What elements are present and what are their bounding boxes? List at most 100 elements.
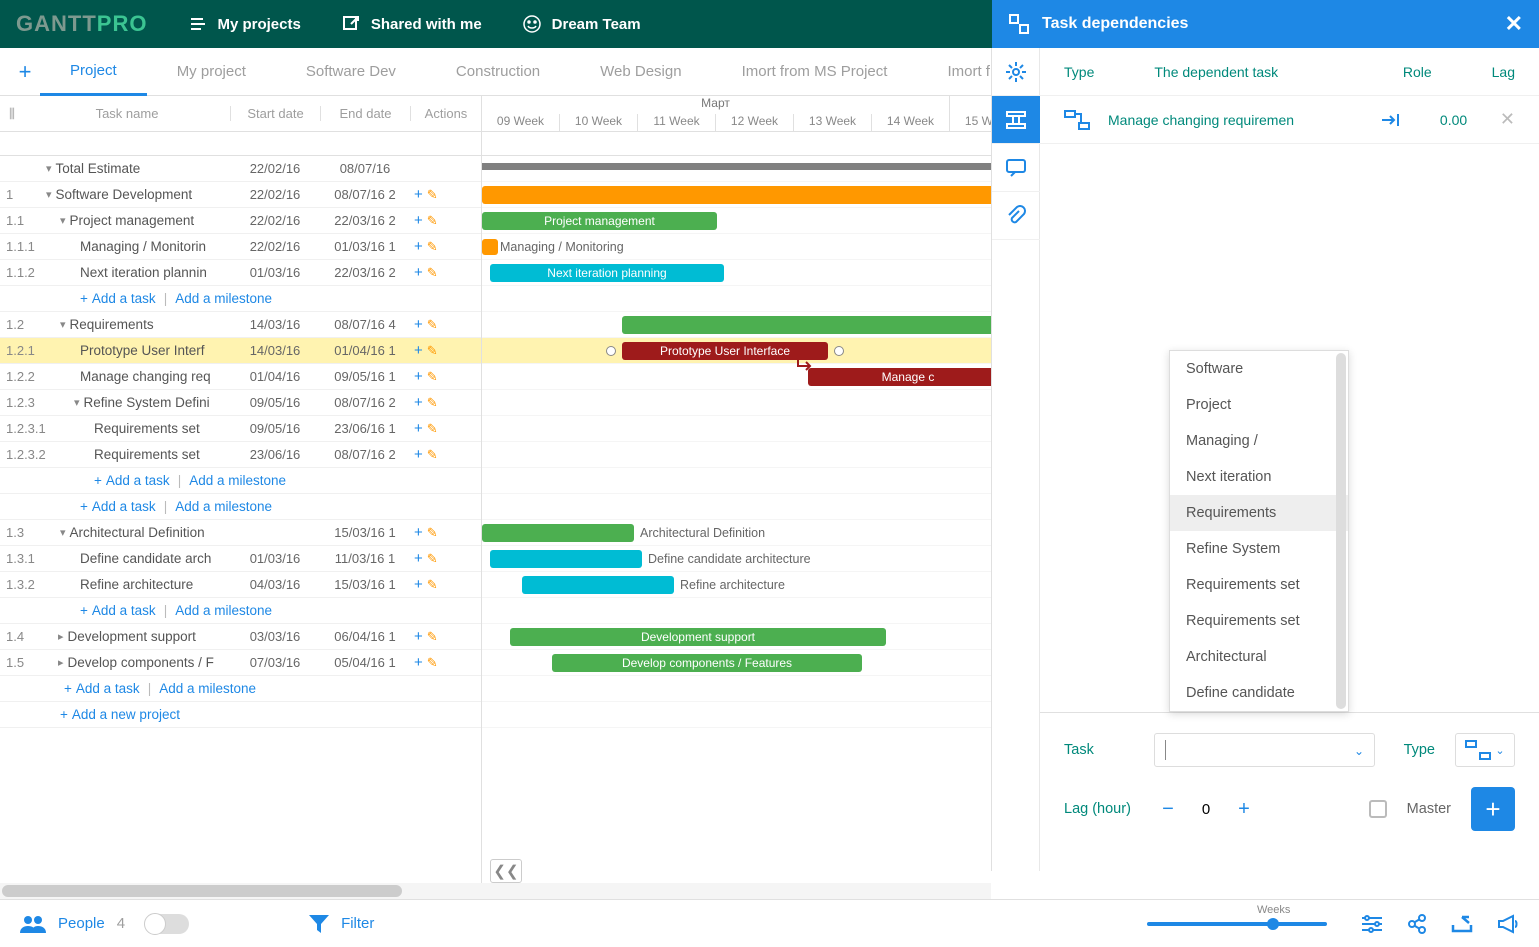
people-toggle[interactable] <box>145 914 189 934</box>
dep-item-row[interactable]: Manage changing requiremen 0.00 ✕ <box>1040 96 1539 144</box>
edit-icon[interactable]: ✎ <box>427 369 438 385</box>
dropdown-item[interactable]: Requirements set <box>1170 603 1348 639</box>
task-row[interactable]: 1.3.1 Define candidate arch 01/03/16 11/… <box>0 546 481 572</box>
add-icon[interactable]: + <box>414 576 423 593</box>
gantt-bar[interactable] <box>622 316 1002 334</box>
task-dropdown[interactable]: SoftwareProjectManaging /Next iterationR… <box>1169 350 1349 712</box>
zoom-knob[interactable] <box>1267 918 1279 930</box>
dropdown-item[interactable]: Requirements set <box>1170 567 1348 603</box>
gantt-bar[interactable] <box>522 576 674 594</box>
add-icon[interactable]: + <box>414 316 423 333</box>
dropdown-item[interactable]: Project <box>1170 387 1348 423</box>
gantt-bar[interactable] <box>482 163 1002 170</box>
dropdown-item[interactable]: Software <box>1170 351 1348 387</box>
add-project-link[interactable]: + Add a new project <box>60 707 180 722</box>
task-row[interactable]: 1.1.1 Managing / Monitorin 22/02/16 01/0… <box>0 234 481 260</box>
add-milestone-link[interactable]: Add a milestone <box>175 603 272 618</box>
add-icon[interactable]: + <box>414 238 423 255</box>
filter-button[interactable]: Filter <box>309 915 374 933</box>
task-row[interactable]: 1.2.2 Manage changing req 01/04/16 09/05… <box>0 364 481 390</box>
project-tab[interactable]: Project <box>40 48 147 96</box>
add-milestone-link[interactable]: Add a milestone <box>159 681 256 696</box>
task-row[interactable]: 1.4 ▸Development support 03/03/16 06/04/… <box>0 624 481 650</box>
project-tab[interactable]: My project <box>147 48 276 96</box>
zoom-slider[interactable]: Weeks <box>1147 922 1327 926</box>
add-task-link[interactable]: + Add a task <box>80 291 156 306</box>
expand-icon[interactable]: ▸ <box>58 656 64 669</box>
announce-icon[interactable] <box>1497 914 1519 934</box>
expand-icon[interactable]: ▾ <box>46 162 52 175</box>
edit-icon[interactable]: ✎ <box>427 213 438 229</box>
add-milestone-link[interactable]: Add a milestone <box>189 473 286 488</box>
edit-icon[interactable]: ✎ <box>427 239 438 255</box>
dropdown-item[interactable]: Refine System <box>1170 531 1348 567</box>
add-icon[interactable]: + <box>414 524 423 541</box>
add-icon[interactable]: + <box>414 264 423 281</box>
gantt-bar[interactable]: Develop components / Features <box>552 654 862 672</box>
role-icon[interactable] <box>1380 112 1400 128</box>
settings-icon[interactable] <box>992 48 1040 96</box>
dropdown-item[interactable]: Define candidate <box>1170 675 1348 711</box>
expand-icon[interactable]: ▾ <box>60 318 66 331</box>
dropdown-item[interactable]: Requirements <box>1170 495 1348 531</box>
edit-icon[interactable]: ✎ <box>427 525 438 541</box>
task-row[interactable]: 1.2.1 Prototype User Interf 14/03/16 01/… <box>0 338 481 364</box>
task-row[interactable]: 1.2 ▾Requirements 14/03/16 08/07/16 4 +✎ <box>0 312 481 338</box>
close-icon[interactable]: ✕ <box>1505 11 1523 37</box>
people-button[interactable]: People 4 <box>20 915 125 933</box>
add-icon[interactable]: + <box>414 186 423 203</box>
add-icon[interactable]: + <box>414 368 423 385</box>
project-tab[interactable]: Web Design <box>570 48 711 96</box>
add-icon[interactable]: + <box>414 394 423 411</box>
add-task-link[interactable]: + Add a task <box>94 473 170 488</box>
add-milestone-link[interactable]: Add a milestone <box>175 499 272 514</box>
add-task-link[interactable]: + Add a task <box>64 681 140 696</box>
nav-team[interactable]: Dream Team <box>522 14 641 34</box>
task-row[interactable]: 1.2.3.2 Requirements set 23/06/16 08/07/… <box>0 442 481 468</box>
dropdown-item[interactable]: Managing / <box>1170 423 1348 459</box>
scrollbar-thumb[interactable] <box>2 885 402 897</box>
gantt-bar[interactable] <box>482 186 1002 204</box>
expand-icon[interactable]: ▾ <box>60 526 66 539</box>
project-tab[interactable]: Software Dev <box>276 48 426 96</box>
collapse-button[interactable]: ❮❮ <box>490 859 522 883</box>
link-handle[interactable] <box>834 346 844 356</box>
edit-icon[interactable]: ✎ <box>427 551 438 567</box>
add-task-link[interactable]: + Add a task <box>80 603 156 618</box>
gantt-bar[interactable] <box>482 239 498 255</box>
add-dependency-button[interactable]: + <box>1471 787 1515 831</box>
gantt-bar[interactable]: Next iteration planning <box>490 264 724 282</box>
gantt-bar[interactable]: Project management <box>482 212 717 230</box>
edit-icon[interactable]: ✎ <box>427 629 438 645</box>
drag-icon[interactable]: ⫼ <box>0 106 24 122</box>
task-row[interactable]: ▾Total Estimate 22/02/16 08/07/16 <box>0 156 481 182</box>
dropdown-item[interactable]: Architectural <box>1170 639 1348 675</box>
edit-icon[interactable]: ✎ <box>427 395 438 411</box>
type-select[interactable]: ⌄ <box>1455 733 1515 767</box>
edit-icon[interactable]: ✎ <box>427 655 438 671</box>
task-row[interactable]: 1 ▾Software Development 22/02/16 08/07/1… <box>0 182 481 208</box>
share-icon[interactable] <box>1407 914 1427 934</box>
nav-my-projects[interactable]: My projects <box>187 14 300 34</box>
task-row[interactable]: 1.5 ▸Develop components / F 07/03/16 05/… <box>0 650 481 676</box>
add-icon[interactable]: + <box>414 342 423 359</box>
edit-icon[interactable]: ✎ <box>427 317 438 333</box>
add-icon[interactable]: + <box>414 550 423 567</box>
gantt-bar[interactable]: Development support <box>510 628 886 646</box>
export-icon[interactable] <box>1451 915 1473 933</box>
gantt-bar[interactable] <box>482 524 634 542</box>
task-row[interactable]: 1.1.2 Next iteration plannin 01/03/16 22… <box>0 260 481 286</box>
edit-icon[interactable]: ✎ <box>427 265 438 281</box>
task-row[interactable]: 1.2.3.1 Requirements set 09/05/16 23/06/… <box>0 416 481 442</box>
scrollbar[interactable] <box>1336 353 1346 709</box>
project-tab[interactable]: Construction <box>426 48 570 96</box>
dependencies-tab-icon[interactable] <box>992 96 1040 144</box>
gantt-bar[interactable] <box>490 550 642 568</box>
add-task-link[interactable]: + Add a task <box>80 499 156 514</box>
task-row[interactable]: 1.3 ▾Architectural Definition 15/03/16 1… <box>0 520 481 546</box>
edit-icon[interactable]: ✎ <box>427 343 438 359</box>
add-icon[interactable]: + <box>414 446 423 463</box>
expand-icon[interactable]: ▾ <box>60 214 66 227</box>
add-icon[interactable]: + <box>414 628 423 645</box>
add-milestone-link[interactable]: Add a milestone <box>175 291 272 306</box>
